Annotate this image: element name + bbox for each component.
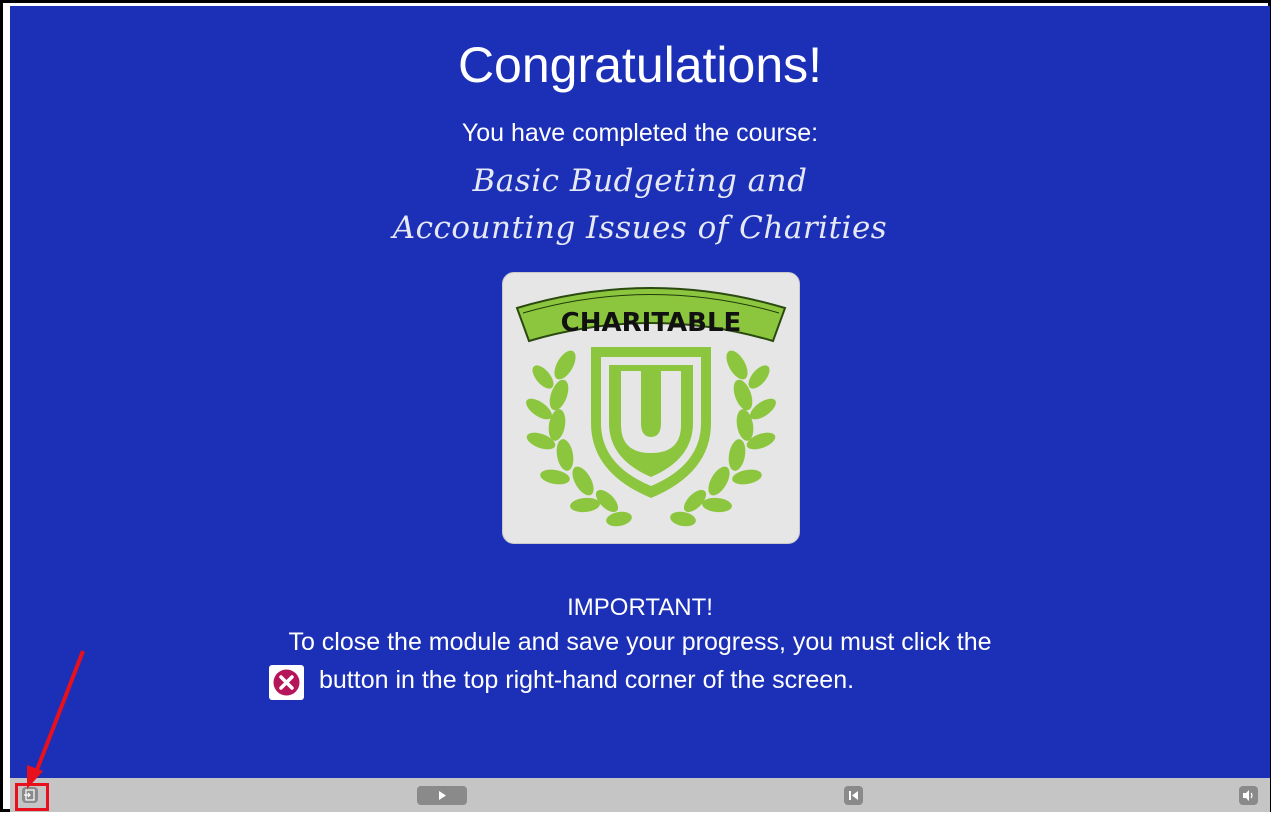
charitable-u-logo: CHARITABLE [502, 272, 800, 544]
course-completion-slide: Congratulations! You have completed the … [10, 6, 1270, 778]
exit-button-highlight [15, 783, 49, 811]
screenshot-frame: Congratulations! You have completed the … [0, 0, 1271, 812]
course-name: Basic Budgeting and Accounting Issues of… [10, 158, 1270, 252]
instruction-line1: To close the module and save your progre… [288, 628, 992, 656]
course-name-line2: Accounting Issues of Charities [392, 210, 888, 246]
completion-subtitle: You have completed the course: [461, 119, 819, 147]
rewind-button[interactable] [844, 786, 863, 805]
play-icon [439, 791, 446, 800]
volume-icon [1243, 790, 1253, 801]
volume-button[interactable] [1239, 786, 1258, 805]
congratulations-title: Congratulations! [457, 37, 823, 93]
logo-banner-text: CHARITABLE [561, 308, 742, 338]
close-x-icon [269, 665, 304, 700]
play-button[interactable] [417, 786, 467, 805]
rewind-icon [849, 791, 858, 800]
course-name-line1: Basic Budgeting and [472, 163, 808, 199]
important-heading: IMPORTANT! [567, 594, 713, 621]
player-toolbar [10, 778, 1270, 812]
instruction-line2-text: button in the top right-hand corner of t… [319, 666, 855, 694]
laurel-shield-logo-icon: CHARITABLE [515, 287, 787, 527]
